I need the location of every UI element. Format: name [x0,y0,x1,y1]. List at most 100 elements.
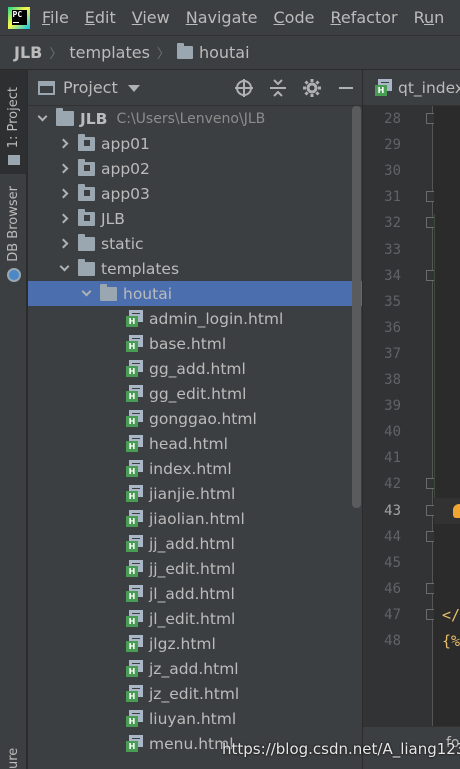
line-number: 43 [384,503,401,519]
code-line[interactable] [434,498,460,524]
tree-item-file[interactable]: Hjianjie.html [28,481,362,506]
tree-item-app01[interactable]: app01 [28,131,362,156]
tree-item-file[interactable]: Hindex.html [28,456,362,481]
collapse-all-icon[interactable] [268,78,288,98]
menu-item[interactable]: Navigate [186,8,258,27]
code-line[interactable] [434,419,460,445]
code-line[interactable] [434,341,460,367]
chevron-right-icon[interactable] [56,236,72,252]
code-line[interactable] [434,471,460,497]
menu-item-text: ile [50,8,69,27]
html-file-icon: H [126,560,143,577]
chevron-right-icon[interactable] [56,136,72,152]
line-number: 33 [384,242,401,258]
menu-item[interactable]: File [42,8,69,27]
minimize-icon[interactable] [336,78,356,98]
code-line[interactable] [434,263,460,289]
chevron-right-icon[interactable] [56,161,72,177]
folder-icon [78,208,95,226]
code-line[interactable] [434,524,460,550]
code-line[interactable] [434,210,460,236]
tree-item-file[interactable]: Hhead.html [28,431,362,456]
menu-item[interactable]: Run [414,8,445,27]
breadcrumb-item-templates[interactable]: templates [69,43,150,62]
code-line[interactable] [434,132,460,158]
code-line[interactable] [434,289,460,315]
tree-item-file[interactable]: Hjl_add.html [28,581,362,606]
tree-item-file[interactable]: Hadmin_login.html [28,306,362,331]
menu-item[interactable]: Code [274,8,315,27]
tree-item-houtai[interactable]: houtai [28,281,362,306]
code-line[interactable] [434,184,460,210]
code-line[interactable] [434,393,460,419]
tree-item-file[interactable]: Hbase.html [28,331,362,356]
menu-item-text: R [413,8,424,27]
tree-item-static[interactable]: static [28,231,362,256]
tree-item-file[interactable]: Hgg_add.html [28,356,362,381]
watermark: https://blog.csdn.net/A_liang123 [222,740,460,758]
code-line[interactable] [434,106,460,132]
folder-icon [56,108,74,126]
code-line[interactable]: {% [434,628,460,654]
tree-item-file[interactable]: Hjj_add.html [28,531,362,556]
file-name: jz_add.html [149,659,239,678]
chevron-down-icon[interactable] [78,286,94,302]
line-number: 30 [384,163,401,179]
html-file-icon: H [126,735,143,752]
html-file-icon: H [126,485,143,502]
code-line[interactable] [434,576,460,602]
code-line[interactable] [434,237,460,263]
editor-code-area[interactable]: </ {% [434,106,460,726]
project-tool-window-button[interactable]: 1: Project [0,70,27,174]
tree-item-jlb[interactable]: JLB [28,206,362,231]
project-tree-scrollbar[interactable] [352,106,361,508]
tree-item-file[interactable]: Hjlgz.html [28,631,362,656]
tree-item-app03[interactable]: app03 [28,181,362,206]
globe-icon[interactable] [234,78,254,98]
folder-icon [100,283,117,301]
editor-tab-qt-index[interactable]: qt_index [398,79,460,97]
code-line[interactable] [434,158,460,184]
code-text: </ [442,606,460,624]
chevron-down-icon[interactable] [34,111,50,127]
tree-item-file[interactable]: Hgonggao.html [28,406,362,431]
code-line[interactable]: </ [434,602,460,628]
file-name: jlgz.html [149,634,216,653]
menu-item-mnemonic: C [273,8,285,27]
menu-item[interactable]: Edit [85,8,116,27]
code-line[interactable] [434,315,460,341]
gear-icon[interactable] [302,78,322,98]
tree-item-file[interactable]: Hliuyan.html [28,706,362,731]
menu-bar: PC FileEditViewNavigateCodeRefactorRunTo… [0,0,460,36]
code-line[interactable] [434,445,460,471]
tree-item-file[interactable]: Hjj_edit.html [28,556,362,581]
tree-item-file[interactable]: Hjl_edit.html [28,606,362,631]
db-browser-tool-window-button[interactable]: DB Browser [0,182,27,286]
code-line[interactable] [434,550,460,576]
chevron-down-icon[interactable] [127,85,140,92]
tree-item-file[interactable]: Hjiaolian.html [28,506,362,531]
tree-root-item[interactable]: JLB C:\Users\Lenveno\JLB [28,106,362,131]
tree-item-file[interactable]: Hjz_edit.html [28,681,362,706]
menu-item[interactable]: Refactor [330,8,397,27]
chevron-right-icon[interactable] [56,211,72,227]
code-line[interactable] [434,367,460,393]
tree-item-app02[interactable]: app02 [28,156,362,181]
tree-item-templates[interactable]: templates [28,256,362,281]
breadcrumb-item-project[interactable]: JLB [14,43,42,62]
project-view-title[interactable]: Project [63,78,118,97]
lightbulb-icon[interactable] [453,504,460,518]
menu-item[interactable]: View [132,8,170,27]
tree-item-file[interactable]: Hjz_add.html [28,656,362,681]
html-file-icon: H [126,635,143,652]
project-tool-label: 1: Project [6,87,21,149]
chevron-right-icon[interactable] [56,186,72,202]
tree-item-file[interactable]: Hgg_edit.html [28,381,362,406]
breadcrumb-item-houtai[interactable]: houtai [199,43,250,62]
structure-tool-window-button[interactable]: ure [0,742,27,769]
menu-item-mnemonic: N [185,8,198,27]
chevron-down-icon[interactable] [56,261,72,277]
html-file-icon: H [126,685,143,702]
line-number: 44 [384,529,401,545]
folder-icon [78,133,95,151]
